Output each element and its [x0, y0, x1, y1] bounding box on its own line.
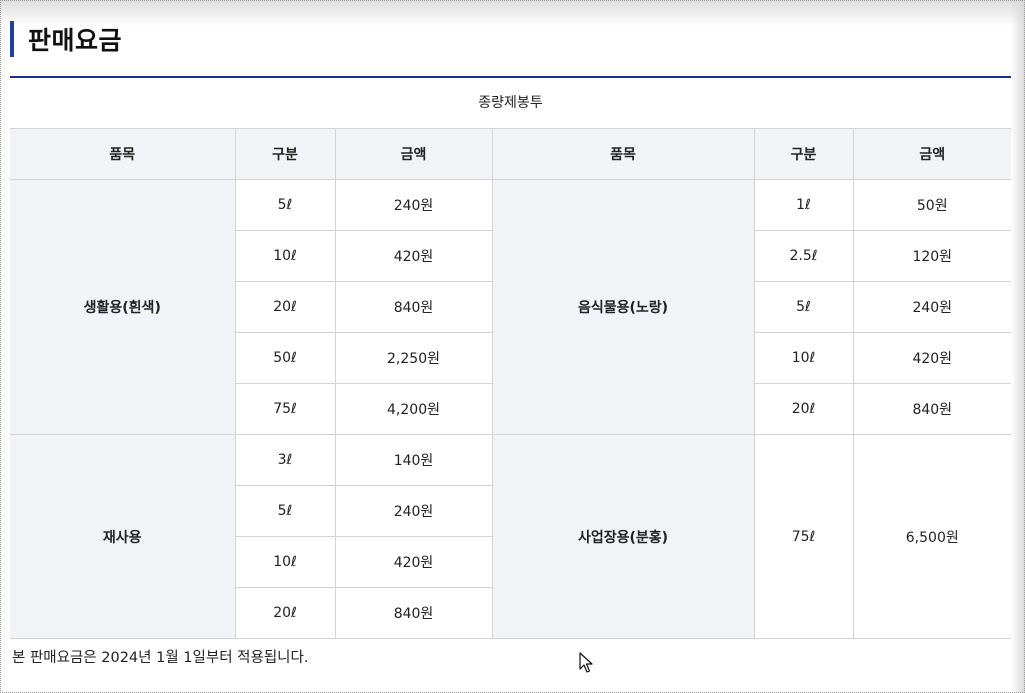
price-cell: 240원	[334, 179, 493, 231]
size-cell: 20ℓ	[235, 587, 336, 639]
header-item: 품목	[491, 128, 755, 180]
price-cell: 420원	[852, 332, 1011, 384]
price-cell: 420원	[334, 536, 492, 588]
price-cell: 4,200원	[334, 383, 493, 435]
price-cell: 240원	[852, 281, 1011, 333]
title-accent-bar	[10, 21, 14, 57]
window-shadow-top	[0, 0, 1025, 26]
size-cell: 20ℓ	[753, 383, 854, 435]
price-cell: 120원	[852, 230, 1011, 282]
size-cell: 10ℓ	[235, 536, 336, 588]
mouse-pointer-icon	[579, 652, 593, 673]
header-price: 금액	[334, 128, 493, 180]
size-cell: 75ℓ	[235, 383, 336, 435]
price-cell: 420원	[334, 230, 493, 282]
price-cell: 2,250원	[334, 332, 493, 384]
size-cell: 5ℓ	[753, 281, 854, 333]
size-cell: 50ℓ	[235, 332, 336, 384]
size-cell: 3ℓ	[234, 434, 336, 486]
size-cell: 1ℓ	[753, 179, 854, 231]
header-size: 구분	[753, 128, 854, 180]
table-header-row: 품목 구분 금액 품목 구분 금액	[10, 128, 1011, 180]
header-item: 품목	[10, 128, 236, 180]
price-cell: 840원	[852, 383, 1011, 435]
size-cell: 10ℓ	[753, 332, 854, 384]
price-cell: 6,500원	[852, 434, 1011, 639]
window-shadow-right	[1011, 0, 1025, 693]
price-cell: 240원	[334, 485, 492, 537]
size-cell: 2.5ℓ	[753, 230, 854, 282]
price-cell: 840원	[334, 587, 492, 639]
table-row: 재사용 3ℓ 140원 사업장용(분홍) 75ℓ 6,500원	[10, 434, 1011, 639]
price-cell: 50원	[852, 179, 1011, 231]
size-cell: 5ℓ	[234, 179, 336, 231]
item-cell: 사업장용(분홍)	[491, 434, 755, 639]
item-cell: 생활용(흰색)	[10, 179, 236, 435]
footnote: 본 판매요금은 2024년 1월 1일부터 적용됩니다.	[12, 650, 309, 666]
table-caption: 종량제봉투	[478, 95, 543, 111]
size-cell: 20ℓ	[235, 281, 336, 333]
price-table-wrapper: 종량제봉투 품목 구분 금액 품목 구분 금액 생활용(흰색) 5ℓ 240원 …	[10, 76, 1011, 639]
header-size: 구분	[234, 128, 336, 180]
table-row: 생활용(흰색) 5ℓ 240원 음식물용(노랑) 1ℓ 50원	[10, 179, 1011, 435]
page-title: 판매요금	[28, 26, 123, 55]
item-cell: 음식물용(노랑)	[491, 179, 755, 435]
section-header: 판매요금	[10, 20, 122, 58]
item-cell: 재사용	[10, 434, 236, 639]
price-cell: 140원	[334, 434, 493, 486]
size-cell: 5ℓ	[235, 485, 336, 537]
size-cell: 10ℓ	[235, 230, 336, 282]
size-cell: 75ℓ	[753, 434, 854, 639]
price-table: 종량제봉투 품목 구분 금액 품목 구분 금액 생활용(흰색) 5ℓ 240원 …	[10, 78, 1011, 639]
header-price: 금액	[852, 128, 1011, 180]
price-cell: 840원	[334, 281, 493, 333]
